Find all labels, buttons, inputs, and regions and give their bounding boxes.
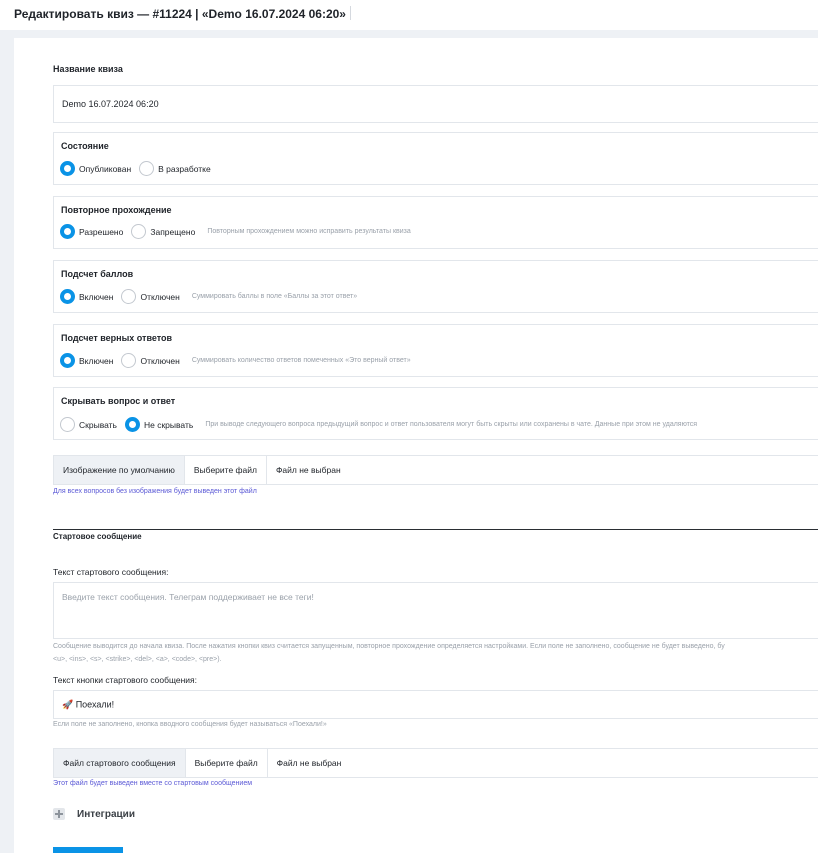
correct-count-options: Включен Отключен Суммировать количество … xyxy=(60,353,411,368)
scoring-option-on[interactable]: Включен xyxy=(60,289,117,304)
hide-qa-options: Скрывать Не скрывать При выводе следующе… xyxy=(60,417,697,432)
start-button-help: Если поле не заполнено, кнопка вводного … xyxy=(53,721,327,728)
retake-option-forbidden[interactable]: Запрещено xyxy=(131,224,199,239)
default-image-label: Изображение по умолчанию xyxy=(54,456,185,484)
state-title: Состояние xyxy=(61,141,109,151)
scoring-options: Включен Отключен Суммировать баллы в пол… xyxy=(60,289,357,304)
radio-unchecked-icon xyxy=(60,417,75,432)
state-options: Опубликован В разработке xyxy=(60,161,219,176)
start-file-label: Файл стартового сообщения xyxy=(54,749,186,777)
default-image-file-input: Изображение по умолчанию Выберите файл Ф… xyxy=(53,455,818,485)
start-file-choose-button[interactable]: Выберите файл xyxy=(186,749,268,777)
start-button-input[interactable]: 🚀 Поехали! xyxy=(53,690,818,719)
quiz-name-value: Demo 16.07.2024 06:20 xyxy=(62,99,159,109)
start-file-help: Этот файл будет выведен вместе со старто… xyxy=(53,780,253,787)
state-section: Состояние Опубликован В разработке xyxy=(53,132,818,185)
correct-count-option-on[interactable]: Включен xyxy=(60,353,117,368)
quiz-name-label: Название квиза xyxy=(53,64,123,74)
scoring-option-off[interactable]: Отключен xyxy=(121,289,183,304)
start-button-label: Текст кнопки стартового сообщения: xyxy=(53,675,198,685)
start-message-placeholder: Введите текст сообщения. Телеграм поддер… xyxy=(62,592,314,602)
retake-options: Разрешено Запрещено Повторным прохождени… xyxy=(60,224,411,239)
correct-count-section: Подсчет верных ответов Включен Отключен … xyxy=(53,324,818,377)
radio-unchecked-icon xyxy=(121,353,137,368)
hide-qa-option-keep[interactable]: Не скрывать xyxy=(124,417,197,432)
default-image-help: Для всех вопросов без изображения будет … xyxy=(53,488,257,495)
integrations-toggle[interactable]: Интеграции xyxy=(53,808,135,820)
retake-section: Повторное прохождение Разрешено Запрещен… xyxy=(53,196,818,249)
integrations-label: Интеграции xyxy=(77,808,135,820)
scoring-hint: Суммировать баллы в поле «Баллы за этот … xyxy=(191,293,358,300)
scoring-section: Подсчет баллов Включен Отключен Суммиров… xyxy=(53,260,818,313)
start-message-help-1: Сообщение выводится до начала квиза. Пос… xyxy=(53,643,725,650)
radio-checked-icon xyxy=(60,289,75,304)
start-message-help-2: <u>, <ins>, <s>, <strike>, <del>, <a>, <… xyxy=(53,656,222,663)
default-image-status: Файл не выбран xyxy=(275,465,341,475)
start-message-section-title: Стартовое сообщение xyxy=(53,532,142,541)
correct-count-hint: Суммировать количество ответов помеченны… xyxy=(191,357,411,364)
state-option-published[interactable]: Опубликован xyxy=(60,161,135,176)
default-image-choose-button[interactable]: Выберите файл xyxy=(185,456,267,484)
start-file-input: Файл стартового сообщения Выберите файл … xyxy=(53,748,818,778)
radio-checked-icon xyxy=(124,417,140,432)
hide-qa-hint: При выводе следующего вопроса предыдущий… xyxy=(205,421,698,428)
state-option-draft[interactable]: В разработке xyxy=(139,161,215,176)
radio-unchecked-icon xyxy=(121,289,137,304)
hide-qa-title: Скрывать вопрос и ответ xyxy=(61,396,176,406)
correct-count-option-off[interactable]: Отключен xyxy=(121,353,183,368)
scoring-title: Подсчет баллов xyxy=(61,269,134,279)
plus-icon xyxy=(53,808,65,820)
correct-count-title: Подсчет верных ответов xyxy=(61,333,173,343)
hide-qa-section: Скрывать вопрос и ответ Скрывать Не скры… xyxy=(53,387,818,440)
section-divider xyxy=(53,529,818,530)
radio-checked-icon xyxy=(60,353,75,368)
top-bar: Редактировать квиз — #11224 | «Demo 16.0… xyxy=(0,0,818,30)
retake-hint: Повторным прохождением можно исправить р… xyxy=(207,228,411,235)
start-file-status: Файл не выбран xyxy=(276,758,342,768)
save-button[interactable] xyxy=(53,847,123,853)
retake-title: Повторное прохождение xyxy=(61,205,172,215)
radio-unchecked-icon xyxy=(131,224,147,239)
start-message-textarea[interactable]: Введите текст сообщения. Телеграм поддер… xyxy=(53,582,818,639)
retake-option-allowed[interactable]: Разрешено xyxy=(60,224,127,239)
radio-checked-icon xyxy=(60,224,75,239)
start-button-value: 🚀 Поехали! xyxy=(62,699,115,709)
radio-checked-icon xyxy=(60,161,75,176)
title-divider xyxy=(350,6,351,20)
page-title: Редактировать квиз — #11224 | «Demo 16.0… xyxy=(14,7,346,21)
radio-unchecked-icon xyxy=(139,161,155,176)
hide-qa-option-hide[interactable]: Скрывать xyxy=(60,417,121,432)
start-message-text-label: Текст стартового сообщения: xyxy=(53,567,169,577)
quiz-name-input[interactable]: Demo 16.07.2024 06:20 xyxy=(53,85,818,123)
